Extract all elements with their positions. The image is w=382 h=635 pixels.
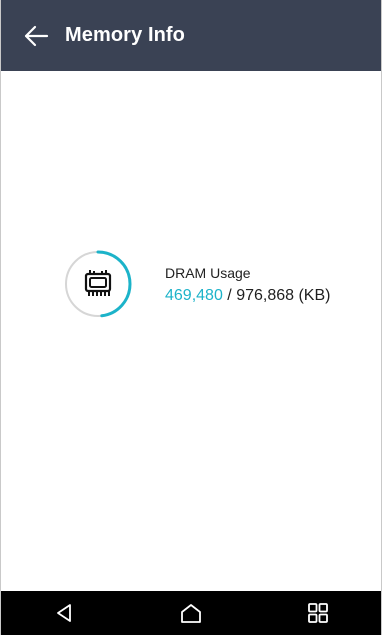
dram-used-value: 469,480: [165, 287, 223, 304]
back-button[interactable]: [7, 0, 65, 71]
arrow-left-icon: [24, 25, 49, 46]
dram-usage-info: DRAM Usage 469,480 / 976,868 (KB): [165, 265, 330, 305]
dram-unit: (KB): [294, 287, 331, 304]
nav-home-icon: [181, 604, 201, 623]
app-header: Memory Info: [1, 0, 381, 71]
nav-home-button[interactable]: [161, 591, 221, 635]
memory-info-content: DRAM Usage 469,480 / 976,868 (KB): [1, 71, 381, 591]
nav-back-button[interactable]: [34, 591, 94, 635]
dram-total-value: 976,868: [236, 287, 295, 304]
page-title: Memory Info: [65, 24, 185, 46]
memory-chip-icon: [84, 270, 112, 296]
system-navbar: [1, 591, 381, 635]
nav-recents-button[interactable]: [288, 591, 348, 635]
nav-back-icon: [57, 604, 72, 622]
dram-usage-label: DRAM Usage: [165, 265, 251, 281]
dram-usage-gauge: [63, 249, 133, 319]
dram-usage-values: 469,480 / 976,868 (KB): [165, 287, 330, 305]
nav-recents-icon: [307, 603, 328, 623]
dram-separator: /: [222, 287, 237, 304]
app-screen: Memory Info DRAM Usage 469,480 / 976,868…: [0, 0, 382, 635]
